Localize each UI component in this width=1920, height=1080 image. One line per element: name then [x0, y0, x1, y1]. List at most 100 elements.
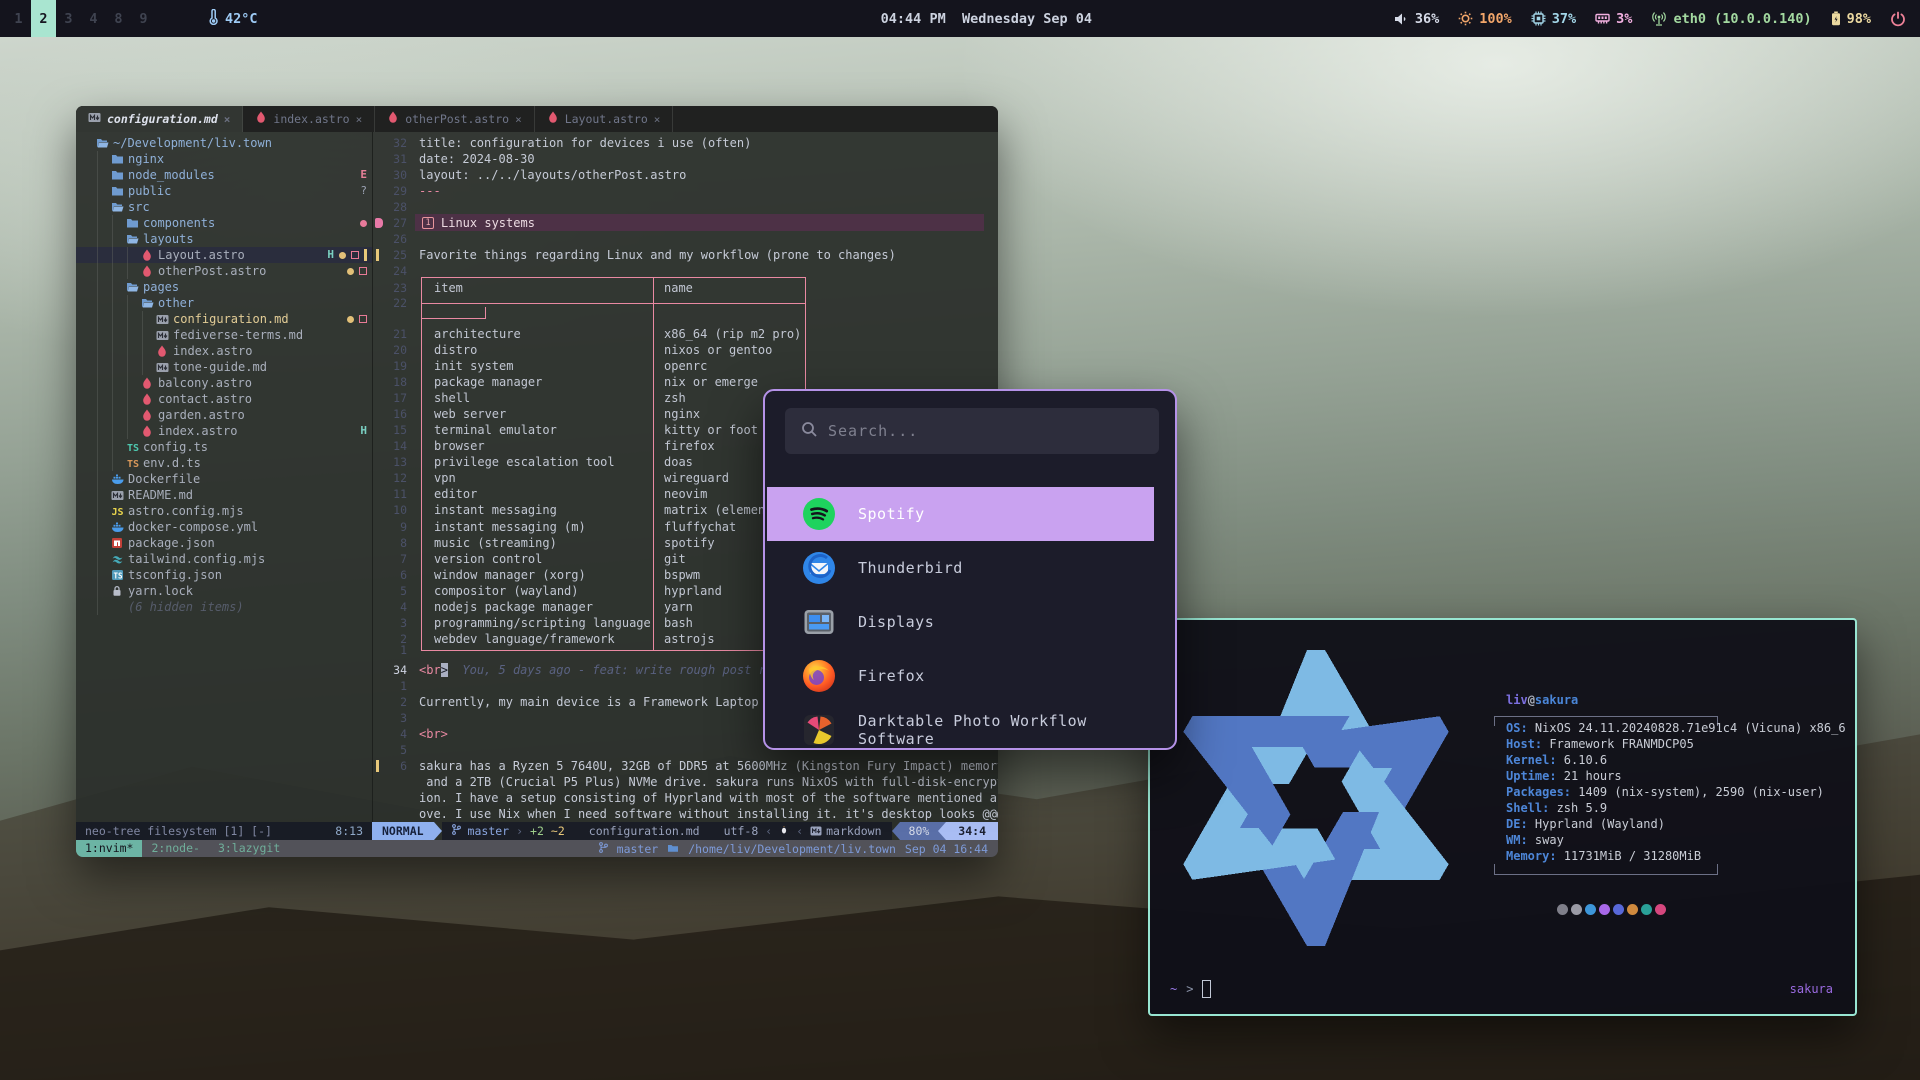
line-number: 5: [373, 742, 407, 758]
battery-widget: 98%: [1831, 11, 1871, 27]
line-number: 1: [373, 642, 407, 658]
tree-item-env.d.ts[interactable]: TSenv.d.ts: [76, 455, 372, 471]
tree-item-balcony.astro[interactable]: balcony.astro: [76, 375, 372, 391]
indent-guide: [127, 423, 128, 439]
editor-line: 28: [373, 199, 998, 215]
launcher-item-displays[interactable]: Displays: [767, 595, 1154, 649]
displays-icon: [802, 605, 836, 639]
buffer-tabbar: configuration.md×index.astro×otherPost.a…: [76, 106, 998, 132]
line-number: 28: [373, 199, 407, 215]
git-added-count: +2: [530, 822, 544, 840]
thunderbird-icon: [802, 551, 836, 585]
tmux-window-3lazygit[interactable]: 3:lazygit: [209, 840, 289, 857]
stat-value: 3%: [1616, 11, 1632, 27]
tree-item-tailwind.config.mjs[interactable]: tailwind.config.mjs: [76, 551, 372, 567]
tree-item-Developmentliv.town[interactable]: ~/Development/liv.town: [76, 135, 372, 151]
git-branch-name: master: [468, 822, 510, 840]
tree-item-layouts[interactable]: layouts: [76, 231, 372, 247]
tree-item-label: configuration.md: [76, 312, 289, 326]
table-cell-name: nginx: [664, 406, 700, 422]
tree-item-yarn.lock[interactable]: yarn.lock: [76, 583, 372, 599]
tree-item-nodemodules[interactable]: node_modulesE: [76, 167, 372, 183]
tmux-window-2node[interactable]: 2:node-: [142, 840, 208, 857]
line-number: 9: [373, 519, 407, 535]
fetch-terminal-window[interactable]: liv@sakura OS: NixOS 24.11.20240828.71e9…: [1148, 618, 1857, 1016]
tab-close-icon[interactable]: ×: [224, 113, 231, 126]
fetch-info-value: zsh 5.9: [1557, 801, 1608, 815]
line-number: 4: [373, 726, 407, 742]
table-cell-item: package manager: [434, 374, 542, 390]
tree-item-tone-guide.md[interactable]: tone-guide.md: [76, 359, 372, 375]
indent-guide: [112, 343, 113, 359]
launcher-item-firefox[interactable]: Firefox: [767, 649, 1154, 703]
tab-close-icon[interactable]: ×: [515, 113, 522, 126]
svg-text:JS: JS: [112, 507, 124, 517]
editor-line: 31date: 2024-08-30: [373, 151, 998, 167]
tree-item-README.md[interactable]: README.md: [76, 487, 372, 503]
tab-Layout.astro[interactable]: Layout.astro×: [535, 106, 674, 132]
tree-item-package.json[interactable]: package.json: [76, 535, 372, 551]
indent-guide: [112, 279, 113, 295]
tree-item-nginx[interactable]: nginx: [76, 151, 372, 167]
tree-item-public[interactable]: public?: [76, 183, 372, 199]
table-cell-name: nix or emerge: [664, 374, 758, 390]
tree-item-badges: [347, 263, 367, 279]
table-cell-name: zsh: [664, 390, 686, 406]
tree-item-contact.astro[interactable]: contact.astro: [76, 391, 372, 407]
tree-item-src[interactable]: src: [76, 199, 372, 215]
launcher-item-spotify[interactable]: Spotify: [767, 487, 1154, 541]
tree-item-astro.config.mjs[interactable]: JSastro.config.mjs: [76, 503, 372, 519]
tree-item-garden.astro[interactable]: garden.astro: [76, 407, 372, 423]
tree-item-index.astro[interactable]: index.astro: [76, 343, 372, 359]
cpu-widget: 37%: [1531, 11, 1576, 27]
fetch-info-label: Shell:: [1506, 801, 1557, 815]
tree-item-fediverse-terms.md[interactable]: fediverse-terms.md: [76, 327, 372, 343]
indent-guide: [97, 263, 98, 279]
launcher-item-label: Thunderbird: [858, 559, 963, 577]
line-number: 2: [373, 694, 407, 710]
tmux-window-1nvim[interactable]: 1:nvim*: [76, 840, 142, 857]
os-penguin-icon: [779, 822, 789, 840]
astro-file-icon: [141, 265, 154, 278]
tree-item-otherPost.astro[interactable]: otherPost.astro: [76, 263, 372, 279]
tab-label: index.astro: [273, 112, 349, 126]
tab-otherPost.astro[interactable]: otherPost.astro×: [375, 106, 534, 132]
editor-line: 30layout: ../../layouts/otherPost.astro: [373, 167, 998, 183]
fetch-info-label: WM:: [1506, 833, 1535, 847]
launcher-search-field[interactable]: Search...: [785, 408, 1159, 454]
indent-guide: [97, 423, 98, 439]
indent-guide: [142, 359, 143, 375]
editor-line: 23itemname: [373, 280, 998, 296]
tab-close-icon[interactable]: ×: [356, 113, 363, 126]
tab-index.astro[interactable]: index.astro ×: [243, 106, 375, 132]
fetch-info-line: WM: sway: [1506, 832, 1564, 848]
power-icon[interactable]: [1890, 11, 1906, 27]
tree-item-Layout.astro[interactable]: Layout.astroH: [76, 247, 372, 263]
table-cell-name: doas: [664, 454, 693, 470]
tree-item-pages[interactable]: pages: [76, 279, 372, 295]
docker-file-icon: [111, 521, 124, 534]
launcher-item-darktable[interactable]: Darktable Photo Workflow Software: [767, 703, 1154, 750]
tree-item-tsconfig.json[interactable]: TStsconfig.json: [76, 567, 372, 583]
tailwind-file-icon: [111, 553, 124, 566]
palette-dot: [1585, 904, 1596, 915]
tree-item-6hiddenitems[interactable]: (6 hidden items): [76, 599, 372, 615]
battery-icon: [1831, 11, 1841, 26]
tree-item-configuration.md[interactable]: configuration.md: [76, 311, 372, 327]
tree-item-index.astro[interactable]: index.astroH: [76, 423, 372, 439]
fetch-host: sakura: [1535, 693, 1578, 707]
astro-file-icon: [141, 393, 154, 406]
stat-value: eth0 (10.0.0.140): [1673, 11, 1811, 27]
editor-line: [373, 310, 998, 326]
tree-item-components[interactable]: components: [76, 215, 372, 231]
tree-item-other[interactable]: other: [76, 295, 372, 311]
tab-close-icon[interactable]: ×: [654, 113, 661, 126]
tab-configuration.md[interactable]: configuration.md×: [76, 106, 243, 132]
launcher-item-thunderbird[interactable]: Thunderbird: [767, 541, 1154, 595]
tree-item-docker-compose.yml[interactable]: docker-compose.yml: [76, 519, 372, 535]
tree-item-config.ts[interactable]: TSconfig.ts: [76, 439, 372, 455]
table-cell-item: compositor (wayland): [434, 583, 579, 599]
shell-prompt[interactable]: ~ >: [1170, 980, 1211, 998]
indent-guide: [127, 247, 128, 263]
tree-item-Dockerfile[interactable]: Dockerfile: [76, 471, 372, 487]
